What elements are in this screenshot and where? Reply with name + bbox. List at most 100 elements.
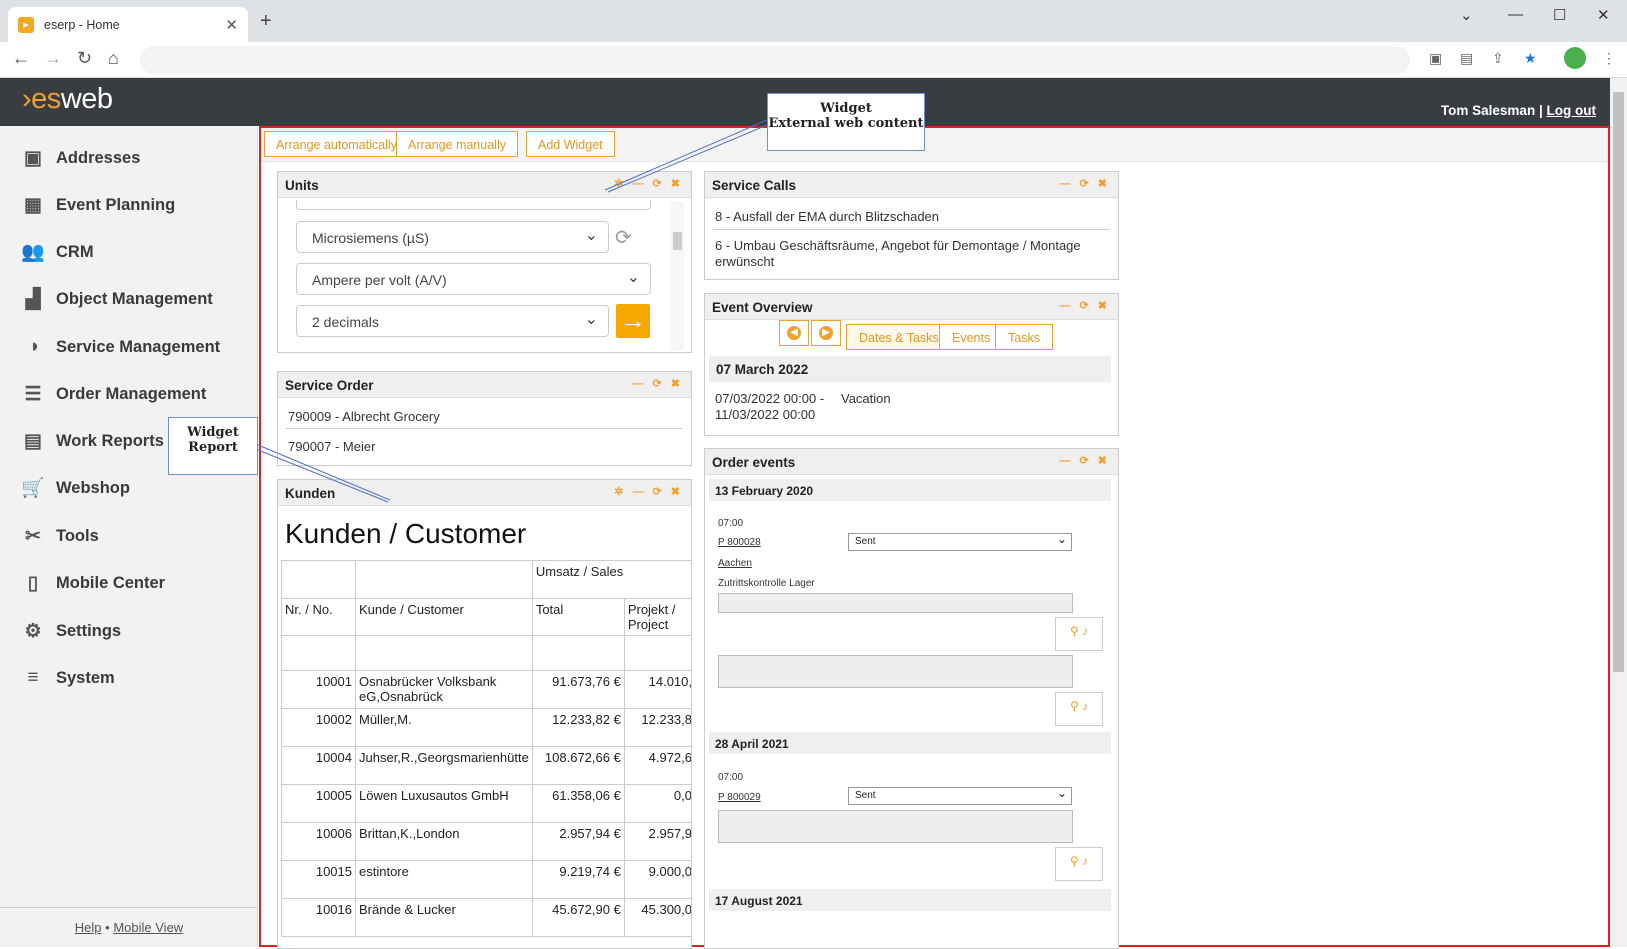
comment-textarea[interactable] [718,593,1073,613]
widget-title: Event Overview — ⟳ ✖ [705,294,1118,320]
arrange-manually-button[interactable]: Arrange manually [396,131,518,157]
attachment-button[interactable]: ⚲ ♪ [1055,617,1103,651]
arrange-automatically-button[interactable]: Arrange automatically [264,131,409,157]
attachment-button[interactable]: ⚲ ♪ [1055,847,1103,881]
report-heading: Kunden / Customer [285,518,527,549]
gear-icon: ⚙ [24,620,42,642]
factory-icon: ▟ [25,288,41,310]
page-scrollbar[interactable] [1610,78,1627,947]
tools-icon: ✂ [25,525,41,547]
translate-icon[interactable]: ▤ [1460,50,1473,67]
forward-icon[interactable]: → [44,48,62,69]
unit-select[interactable]: Microsiemens (µS) [296,221,609,253]
kunden-report-widget: Kunden ✲ — ⟳ ✖ Kunden / Customer Umsatz /… [277,479,692,949]
order-day-header: 13 February 2020 [709,479,1111,501]
order-status-select[interactable]: Sent [848,532,1072,551]
sidebar: ▣ Addresses ▦ Event Planning 👥 CRM ▟ Object … [0,126,258,947]
mobile-view-link[interactable]: Mobile View [113,920,183,935]
bookmark-star-icon[interactable]: ★ [1524,50,1537,67]
order-link[interactable]: P 800029 [718,792,761,803]
tab-tasks[interactable]: Tasks [995,324,1053,350]
service-order-widget: Service Order — ⟳ ✖ 790009 - Albrecht Gro… [277,371,692,466]
url-input[interactable] [140,46,1410,74]
city-link[interactable]: Aachen [718,558,752,569]
service-call-item[interactable]: 6 - Umbau Geschäftsräume, Angebot für De… [715,238,1095,270]
back-icon[interactable]: ← [12,48,30,69]
dashboard-toolbar: Arrange automatically Arrange manually A… [261,128,1608,162]
tab-dates-tasks[interactable]: Dates & Tasks [846,324,952,350]
event-time: 07:00 [718,518,744,529]
note-textarea[interactable] [718,655,1073,688]
event-title[interactable]: Vacation [841,391,891,406]
sidebar-item-crm[interactable]: 👥 CRM [20,237,93,267]
help-link[interactable]: Help [75,920,102,935]
convert-icon[interactable]: ⟳ [615,225,632,250]
sidebar-item-webshop[interactable]: 🛒 Webshop [20,473,130,503]
sidebar-item-settings[interactable]: ⚙ Settings [20,616,121,646]
menu-dots-icon[interactable]: ⋮ [1602,50,1616,67]
target-unit-select[interactable]: Ampere per volt (A/V) [296,263,651,295]
dashboard-area: Arrange automatically Arrange manually A… [259,126,1610,949]
reload-icon[interactable]: ↻ [77,48,92,69]
sidebar-item-event-planning[interactable]: ▦ Event Planning [20,190,175,220]
esweb-logo[interactable]: ›esweb [22,83,113,116]
widget-controls[interactable]: — ⟳ ✖ [1059,299,1110,312]
sidebar-item-work-reports[interactable]: ▤ Work Reports [20,426,164,456]
widget-controls[interactable]: — ⟳ ✖ [632,377,683,390]
comment-textarea[interactable] [718,810,1073,843]
widget-controls[interactable]: ✲ — ⟳ ✖ [614,177,683,190]
order-link[interactable]: P 800028 [718,537,761,548]
service-order-item[interactable]: 790009 - Albrecht Grocery [288,409,440,424]
close-tab-icon[interactable]: ✕ [225,16,238,34]
attachment-button[interactable]: ⚲ ♪ [1055,692,1103,726]
sidebar-item-tools[interactable]: ✂ Tools [20,521,99,551]
tab-search-icon[interactable]: ⌄ [1460,6,1473,24]
logout-link[interactable]: Log out [1547,103,1596,118]
table-row: 10016 Brände & Lucker 45.672,90 €45.300,0 [281,898,691,937]
widget-controls[interactable]: — ⟳ ✖ [1059,177,1110,190]
table-row: 10015 estintore 9.219,74 €9.000,0 [281,860,691,899]
sidebar-item-order-management[interactable]: ☰ Order Management [20,379,206,409]
group-header: Umsatz / Sales [531,560,691,599]
browser-tab-strip: ▸ eserp - Home ✕ + ⌄ — ☐ ✕ [0,0,1627,42]
arrow-right-icon: ▶ [819,326,833,340]
order-status-select[interactable]: Sent [848,786,1072,805]
home-icon[interactable]: ⌂ [108,48,119,69]
next-period-button[interactable]: ▶ [811,320,841,346]
service-order-item[interactable]: 790007 - Meier [288,439,375,454]
widget-title: Kunden ✲ — ⟳ ✖ [278,480,691,506]
previous-period-button[interactable]: ◀ [779,320,809,346]
table-row: 10001 Osnabrücker Volksbank eG,Osnabrück 9… [281,670,691,709]
event-range: 07/03/2022 00:00 -11/03/2022 00:00 [715,391,825,422]
new-tab-button[interactable]: + [260,10,272,33]
maximize-icon[interactable]: ☐ [1553,6,1566,24]
sidebar-item-object-management[interactable]: ▟ Object Management [20,284,213,314]
event-time: 07:00 [718,772,744,783]
address-book-icon: ▣ [24,147,42,169]
list-icon: ☰ [24,383,42,405]
sidebar-item-service-management[interactable]: ◑ Service Management [20,332,220,362]
window-close-icon[interactable]: ✕ [1597,6,1610,24]
profile-avatar[interactable] [1564,47,1586,69]
sidebar-item-addresses[interactable]: ▣ Addresses [20,143,140,173]
convert-arrow-button[interactable]: → [616,304,650,338]
sidebar-item-system[interactable]: ≡ System [20,663,114,693]
units-widget: Units✲ — ⟳ ✖ Microsiemens (µS) ⟳ Ampere … [277,171,692,353]
units-scrollbar[interactable] [670,202,684,350]
service-call-item[interactable]: 8 - Ausfall der EMA durch Blitzschaden [715,209,939,224]
browser-tab[interactable]: ▸ eserp - Home ✕ [8,7,248,42]
people-icon: 👥 [21,242,45,263]
widget-controls[interactable]: ✲ — ⟳ ✖ [614,485,683,498]
sidebar-item-mobile-center[interactable]: ▯ Mobile Center [20,568,165,598]
tab-events[interactable]: Events [939,324,1004,350]
decimals-select[interactable]: 2 decimals [296,305,609,337]
widget-title: Service Calls — ⟳ ✖ [705,172,1118,198]
share-icon[interactable]: ⇪ [1492,50,1504,67]
add-widget-button[interactable]: Add Widget [526,131,615,157]
callout-external-web-content: Widget External web content [767,93,925,151]
previous-select-edge [296,200,651,210]
widget-title: Order events — ⟳ ✖ [705,449,1118,475]
minimize-icon[interactable]: — [1508,6,1523,23]
widget-controls[interactable]: — ⟳ ✖ [1059,454,1110,467]
translate-blocked-icon[interactable]: ▣ [1429,50,1442,67]
